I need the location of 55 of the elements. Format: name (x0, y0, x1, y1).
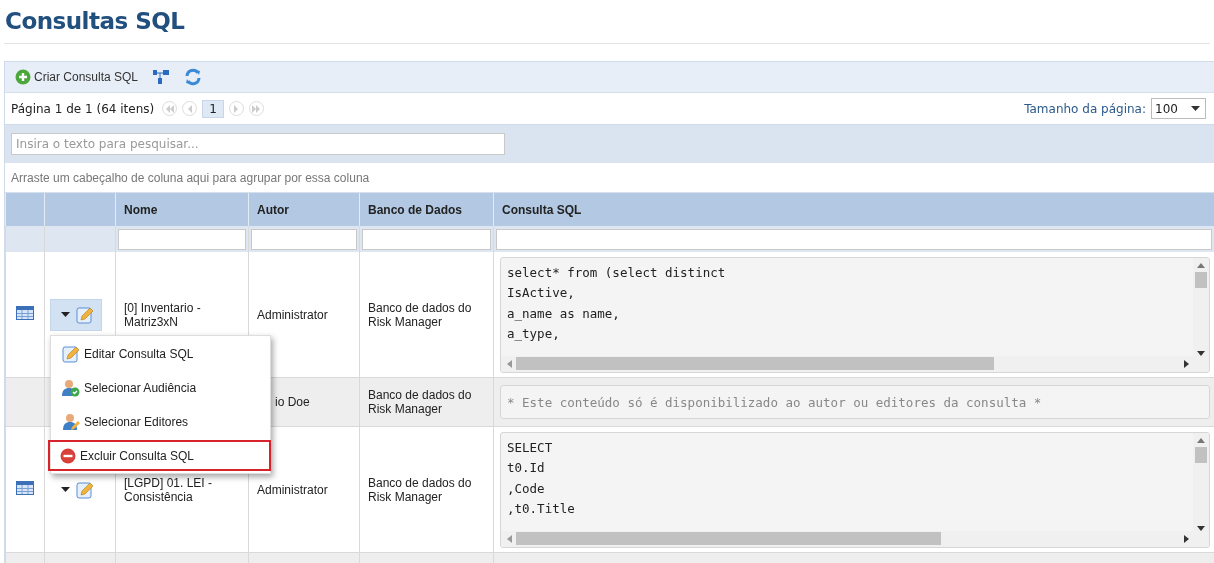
column-header[interactable]: Consulta SQL (493, 193, 1214, 226)
database-cell: Banco de dados do Risk Manager (359, 252, 494, 378)
filter-field[interactable] (496, 228, 1212, 250)
right-arrow-icon[interactable] (1184, 534, 1189, 543)
column-header[interactable]: Banco de Dados (359, 193, 494, 226)
caret-icon (61, 487, 70, 492)
vertical-scrollbar[interactable] (1193, 432, 1209, 531)
caret-icon (1191, 106, 1200, 111)
edit-icon (76, 305, 94, 324)
database-cell: Banco de dados do Risk Manager (359, 426, 494, 553)
caret-icon (61, 312, 70, 317)
scroll-thumb[interactable] (1195, 446, 1207, 463)
table-icon[interactable] (16, 481, 34, 495)
filter-field[interactable] (118, 228, 246, 250)
sql-text-area[interactable]: select* from (select distinct IsActive, a_name as name, a_type, (500, 256, 1210, 373)
page-number-button[interactable]: 1 (202, 99, 224, 118)
edit-icon (62, 344, 80, 363)
menu-item[interactable]: Excluir Consulta SQL (48, 440, 271, 471)
scroll-thumb[interactable] (516, 357, 995, 370)
horizontal-scrollbar[interactable] (501, 355, 1209, 372)
sql-text-area[interactable]: SELECT t0.Id ,Code ,t0.Title (500, 431, 1210, 548)
scroll-thumb[interactable] (516, 532, 941, 545)
user-check-icon (62, 378, 80, 397)
double-right-arrow-icon (251, 104, 262, 113)
plus-icon (15, 69, 31, 85)
refresh-icon[interactable] (184, 68, 203, 86)
up-arrow-icon[interactable] (1197, 437, 1205, 443)
left-arrow-icon[interactable] (507, 534, 512, 543)
delete-icon (60, 447, 76, 464)
down-arrow-icon[interactable] (1197, 350, 1205, 356)
database-cell: Banco de dados do Risk Manager (359, 377, 494, 427)
horizontal-scrollbar[interactable] (501, 530, 1209, 547)
scroll-thumb[interactable] (1195, 271, 1207, 288)
edit-icon (76, 480, 94, 499)
double-left-arrow-icon (164, 104, 175, 113)
filter-field[interactable] (362, 228, 491, 250)
hierarchy-icon[interactable] (152, 69, 171, 85)
left-arrow-icon[interactable] (507, 359, 512, 368)
vertical-scrollbar[interactable] (1193, 257, 1209, 356)
page-title: Consultas SQL (4, 7, 186, 36)
filter-field[interactable] (251, 228, 357, 250)
right-arrow-icon[interactable] (1184, 359, 1189, 368)
up-arrow-icon[interactable] (1197, 262, 1205, 268)
page-size-dropdown[interactable]: 100 (1151, 98, 1206, 119)
pager-summary: Página 1 de 1 (64 itens) (11, 101, 155, 116)
user-pencil-icon (62, 412, 80, 431)
column-header[interactable]: Nome (115, 193, 249, 226)
table-icon[interactable] (16, 306, 34, 320)
create-query-button[interactable]: Criar Consulta SQL (15, 69, 139, 85)
restricted-notice: * Este conteúdo só é disponibilizado ao autor ou editores da consulta * (500, 385, 1210, 419)
row-actions-button[interactable] (51, 299, 101, 330)
search-field[interactable]: Insira o texto para pesquisar... (11, 133, 505, 155)
down-arrow-icon[interactable] (1197, 525, 1205, 531)
page-size-label: Tamanho da página: (1024, 101, 1146, 116)
column-header[interactable]: Autor (248, 193, 360, 226)
